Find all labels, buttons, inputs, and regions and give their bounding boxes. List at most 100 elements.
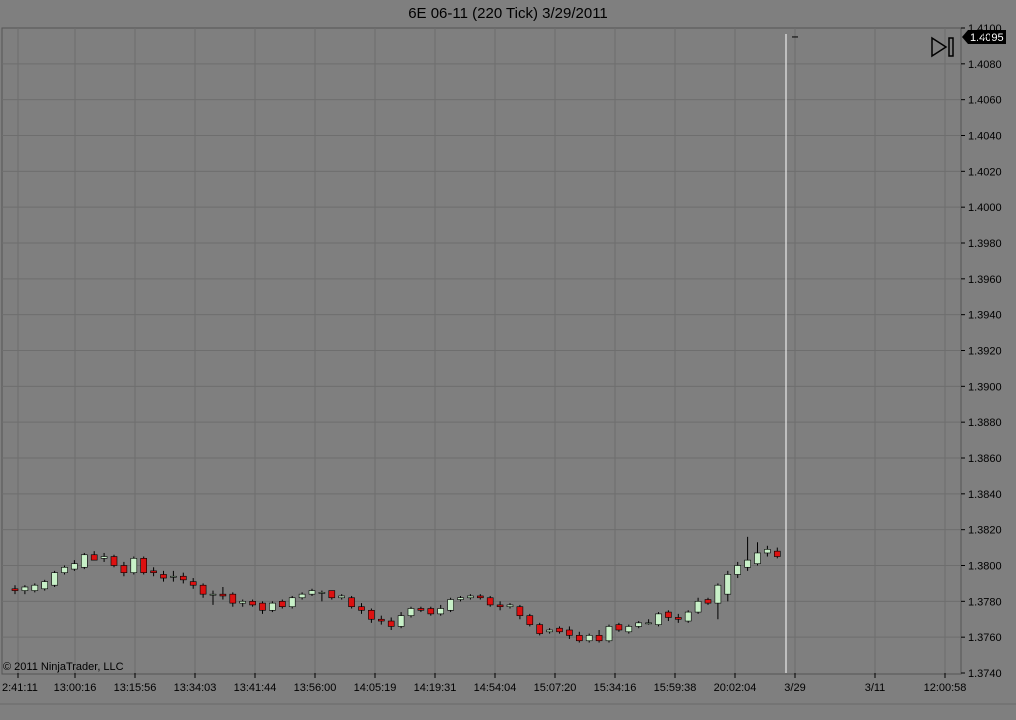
candle-body <box>199 584 207 595</box>
candle <box>140 556 147 575</box>
skip-to-end-icon[interactable] <box>931 36 955 58</box>
candle <box>41 579 49 591</box>
candle-body <box>615 624 623 631</box>
candle-body <box>338 595 346 599</box>
candle-body <box>476 595 484 599</box>
x-tick-label: 14:05:19 <box>354 682 397 694</box>
candle-body <box>486 597 494 606</box>
x-tick-label: 2:41:11 <box>2 682 38 694</box>
y-tick-label: 1.3940 <box>968 310 1002 322</box>
y-tick-label: 1.4020 <box>968 166 1002 178</box>
x-tick-label: 20:02:04 <box>714 682 757 694</box>
candle <box>298 592 306 600</box>
x-tick-label: 13:15:56 <box>114 682 157 694</box>
candle <box>259 601 266 614</box>
candle-body <box>417 608 425 611</box>
candle-body <box>595 635 603 642</box>
candle-body <box>625 626 633 633</box>
candle-body <box>467 595 474 599</box>
candle-body <box>506 604 514 608</box>
x-tick-label: 3/11 <box>865 682 886 694</box>
x-tick-label: 13:00:16 <box>54 682 97 694</box>
candle-body <box>546 629 553 633</box>
candle-body <box>269 602 276 611</box>
candle-body <box>437 608 445 615</box>
y-tick-label: 1.3920 <box>968 346 1002 358</box>
candle <box>684 610 692 623</box>
candle <box>437 604 445 616</box>
candle <box>655 612 662 627</box>
candle-body <box>605 626 613 642</box>
candle <box>71 560 78 571</box>
candle <box>31 583 39 593</box>
candle <box>368 608 375 623</box>
candle-body <box>526 615 534 625</box>
candlestick-chart[interactable]: 1.41001.40801.40601.40401.40201.40001.39… <box>0 0 1016 720</box>
candle-body <box>655 613 662 625</box>
candle <box>714 583 722 620</box>
candle <box>754 542 761 566</box>
candle-body <box>21 586 29 591</box>
candle <box>407 606 415 618</box>
candle-body <box>387 620 395 627</box>
candle <box>61 565 68 575</box>
candle <box>704 597 712 605</box>
candle-body <box>130 558 138 573</box>
candle <box>694 597 702 614</box>
candle-body <box>714 584 722 604</box>
x-tick-label: 12:00:58 <box>924 682 967 694</box>
candle <box>348 595 355 609</box>
candle <box>744 536 751 571</box>
candle-body <box>665 611 672 618</box>
grid-lines <box>0 27 1016 705</box>
y-tick-label: 1.3740 <box>968 668 1002 680</box>
f-button[interactable]: F <box>978 30 991 43</box>
time-axis[interactable]: 2:41:11 13:00:16 13:15:56 13:34:03 13:41:44 1… <box>2 673 966 694</box>
candle-body <box>496 604 504 608</box>
candle <box>180 572 187 584</box>
candle-body <box>150 570 157 573</box>
candle <box>338 594 346 600</box>
x-tick-label: 15:34:16 <box>594 682 637 694</box>
candle-body <box>288 597 296 608</box>
candle <box>585 633 593 643</box>
candle <box>377 615 385 625</box>
x-tick-label: 15:07:20 <box>534 682 577 694</box>
copyright-notice: © 2011 NinjaTrader, LLC <box>3 661 124 673</box>
candle-body <box>645 622 652 625</box>
candle-body <box>51 572 58 586</box>
candle-body <box>229 593 237 604</box>
candle <box>229 592 237 607</box>
candle <box>476 594 484 600</box>
candle-body <box>447 599 454 611</box>
candle <box>90 551 98 561</box>
candle-body <box>100 556 108 559</box>
candle-body <box>734 565 742 575</box>
candle-body <box>744 559 751 568</box>
candle-body <box>585 635 593 642</box>
candle <box>536 622 544 636</box>
candle <box>219 587 227 600</box>
y-tick-label: 1.4060 <box>968 95 1002 107</box>
x-tick-label: 15:59:38 <box>654 682 697 694</box>
candle <box>81 552 88 570</box>
candle-body <box>61 566 68 573</box>
candle <box>308 588 316 596</box>
y-tick-label: 1.3760 <box>968 632 1002 644</box>
candle-body <box>407 608 415 616</box>
candle <box>269 601 276 613</box>
y-tick-label: 1.3840 <box>968 489 1002 501</box>
candle <box>239 599 246 607</box>
candle <box>724 570 732 602</box>
candle <box>358 603 365 614</box>
candle-body <box>575 635 583 642</box>
candle <box>635 621 643 629</box>
candle-body <box>81 554 88 568</box>
candle <box>170 570 177 582</box>
candle-body <box>724 574 732 595</box>
price-axis[interactable]: 1.41001.40801.40601.40401.40201.40001.39… <box>961 23 1002 680</box>
candle <box>110 554 118 568</box>
candle <box>546 628 553 634</box>
candle-body <box>773 550 781 557</box>
x-tick-label: 14:54:04 <box>474 682 517 694</box>
